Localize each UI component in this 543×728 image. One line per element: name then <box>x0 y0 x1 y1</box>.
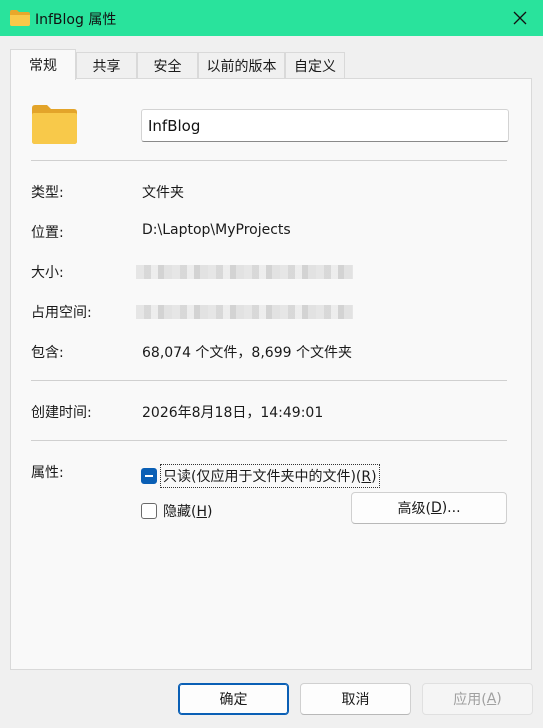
folder-icon <box>10 10 30 26</box>
contains-value: 68,074 个文件，8,699 个文件夹 <box>142 345 352 361</box>
separator <box>31 160 507 161</box>
type-label: 类型: <box>31 185 64 201</box>
created-label: 创建时间: <box>31 405 92 421</box>
type-value: 文件夹 <box>142 185 184 201</box>
close-icon <box>513 11 527 25</box>
folder-name-input[interactable] <box>141 109 509 142</box>
tab-sharing[interactable]: 共享 <box>76 52 137 79</box>
ok-button[interactable]: 确定 <box>178 683 289 715</box>
cancel-button[interactable]: 取消 <box>300 683 411 715</box>
size-label: 大小: <box>31 265 64 281</box>
separator <box>31 440 507 441</box>
tab-customize[interactable]: 自定义 <box>285 52 345 79</box>
general-panel <box>10 78 532 670</box>
window-title: InfBlog 属性 <box>35 12 117 28</box>
readonly-checkbox-label: 只读(仅应用于文件夹中的文件)(R) <box>160 464 380 488</box>
close-button[interactable] <box>497 0 543 36</box>
hidden-checkbox-label: 隐藏(H) <box>163 504 213 520</box>
apply-button[interactable]: 应用(A) <box>422 683 533 715</box>
hidden-checkbox[interactable]: 隐藏(H) <box>141 500 214 522</box>
tab-general[interactable]: 常规 <box>10 49 76 80</box>
readonly-checkbox[interactable]: 只读(仅应用于文件夹中的文件)(R) <box>141 464 380 488</box>
location-label: 位置: <box>31 225 64 241</box>
size-on-disk-value-redacted <box>136 305 353 319</box>
attributes-label: 属性: <box>31 465 64 481</box>
created-value: 2026年8月18日，14:49:01 <box>142 405 324 421</box>
size-on-disk-label: 占用空间: <box>31 305 92 321</box>
readonly-checkbox-box[interactable] <box>141 468 157 484</box>
folder-icon <box>32 105 77 144</box>
tab-previous-versions[interactable]: 以前的版本 <box>198 52 285 79</box>
hidden-checkbox-box[interactable] <box>141 503 157 519</box>
location-value: D:\Laptop\MyProjects <box>142 222 291 238</box>
advanced-button[interactable]: 高级(D)... <box>351 492 507 524</box>
separator <box>31 380 507 381</box>
size-value-redacted <box>136 265 353 279</box>
contains-label: 包含: <box>31 345 64 361</box>
title-bar: InfBlog 属性 <box>0 0 543 36</box>
tab-security[interactable]: 安全 <box>137 52 198 79</box>
